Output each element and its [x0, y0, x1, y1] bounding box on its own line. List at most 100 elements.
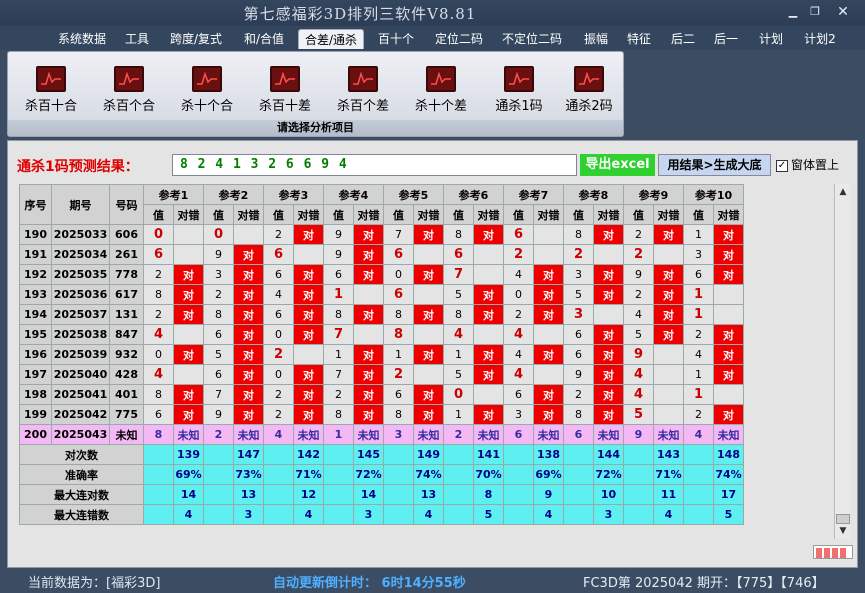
value-cell: 6	[263, 264, 294, 285]
row-seq: 193	[19, 284, 52, 305]
row-period: 2025035	[51, 264, 110, 285]
table-row[interactable]: 196 2025039 932 0 对 5 对 2 1 对 1 对 1 对 4 对 6 对 9 4 对	[19, 344, 744, 365]
tool-kill-bai-ge-sum[interactable]: 杀百个合	[89, 66, 169, 114]
stat-value-cell: 148	[713, 444, 744, 465]
tool-kill-shi-ge-diff[interactable]: 杀十个差	[401, 66, 481, 114]
menu-last-one[interactable]: 后一	[708, 29, 744, 49]
value-cell: 6	[203, 324, 234, 345]
result-cell	[533, 324, 564, 345]
stat-spacer-cell	[623, 504, 654, 525]
restore-icon[interactable]: ❐	[806, 4, 824, 20]
topmost-checkbox[interactable]: ✓ 窗体置上	[776, 156, 839, 173]
vertical-scrollbar[interactable]: ▲ ▼	[834, 184, 850, 539]
header-row: 序号 期号 号码 参考1 参考2 参考3 参考4 参考5 参考6 参考7 参考8 参考9 参考10	[19, 184, 744, 225]
result-cell: 对	[533, 404, 564, 425]
close-icon[interactable]: ✕	[834, 4, 852, 20]
export-excel-button[interactable]: 导出excel	[580, 154, 655, 176]
stat-value-cell: 14	[353, 484, 384, 505]
value-cell: 9	[563, 364, 594, 385]
row-code: 261	[109, 244, 144, 265]
table-row[interactable]: 198 2025041 401 8 对 7 对 2 对 2 对 6 对 0 6 对 2 对 4 1	[19, 384, 744, 405]
stat-row: 准确率 69% 73% 71% 72% 74% 70% 69% 72% 71% 74%	[19, 464, 744, 485]
tool-kill-bai-shi-diff[interactable]: 杀百十差	[245, 66, 325, 114]
table-row[interactable]: 193 2025036 617 8 对 2 对 4 对 1 6 5 对 0 对 5 对 2 对 1	[19, 284, 744, 305]
tool-kill-two-code[interactable]: 通杀2码	[549, 66, 629, 114]
value-cell: 2	[683, 324, 714, 345]
value-cell: 6	[143, 244, 174, 265]
minimize-icon[interactable]: ▁	[784, 4, 802, 20]
menu-plan2[interactable]: 计划2	[797, 29, 843, 49]
value-cell: 1	[683, 284, 714, 305]
value-cell: 9	[323, 224, 354, 245]
menu-sum-diff[interactable]: 合差/通杀	[298, 29, 364, 49]
tool-kill-bai-ge-diff[interactable]: 杀百个差	[323, 66, 403, 114]
stat-label: 准确率	[19, 464, 144, 485]
result-cell: 对	[713, 344, 744, 365]
scroll-down-icon[interactable]: ▼	[835, 523, 851, 539]
header-seq: 序号	[19, 184, 52, 225]
header-ref: 参考5	[383, 184, 444, 205]
result-cell	[533, 244, 564, 265]
row-period: 2025034	[51, 244, 110, 265]
result-cell: 对	[473, 304, 504, 325]
stat-spacer-cell	[683, 444, 714, 465]
table-row[interactable]: 194 2025037 131 2 对 8 对 6 对 8 对 8 对 8 对 2 对 3 4 对 1	[19, 304, 744, 325]
result-cell: 对	[473, 344, 504, 365]
result-cell: 对	[233, 284, 264, 305]
stat-spacer-cell	[263, 504, 294, 525]
value-cell: 2	[563, 244, 594, 265]
value-cell: 2	[143, 264, 174, 285]
menu-position-two[interactable]: 定位二码	[429, 29, 489, 49]
menu-plan[interactable]: 计划	[753, 29, 789, 49]
tool-kill-bai-shi-sum[interactable]: 杀百十合	[11, 66, 91, 114]
result-cell	[593, 244, 624, 265]
stat-spacer-cell	[503, 444, 534, 465]
menu-span[interactable]: 跨度/复式	[163, 29, 229, 49]
menu-digits[interactable]: 百十个	[372, 29, 420, 49]
menu-system-data[interactable]: 系统数据	[50, 29, 114, 49]
result-cell	[473, 244, 504, 265]
value-cell: 1	[443, 404, 474, 425]
generate-base-button[interactable]: 用结果>生成大底	[658, 154, 771, 176]
value-cell: 7	[323, 324, 354, 345]
menu-nonposition-two[interactable]: 不定位二码	[496, 29, 568, 49]
stat-value-cell: 9	[533, 484, 564, 505]
menu-tools[interactable]: 工具	[119, 29, 155, 49]
value-cell: 2	[563, 384, 594, 405]
header-result: 对错	[173, 204, 204, 225]
value-cell: 9	[203, 404, 234, 425]
table-row[interactable]: 195 2025038 847 4 6 对 0 对 7 8 4 4 6 对 5 对 2 对	[19, 324, 744, 345]
value-cell: 8	[143, 284, 174, 305]
scroll-up-icon[interactable]: ▲	[835, 184, 851, 200]
pending-result-cell: 未知	[413, 424, 444, 445]
table-row[interactable]: 192 2025035 778 2 对 3 对 6 对 6 对 0 对 7 4 对 3 对 9 对 6 对	[19, 264, 744, 285]
header-ref: 参考7	[503, 184, 564, 205]
prediction-result-field[interactable]: 8 2 4 1 3 2 6 6 9 4	[172, 154, 577, 176]
result-cell: 对	[593, 384, 624, 405]
chart-icon	[192, 66, 222, 92]
result-cell: 对	[293, 364, 324, 385]
stat-value-cell: 3	[353, 504, 384, 525]
menu-feature[interactable]: 特征	[621, 29, 657, 49]
table-row[interactable]: 191 2025034 261 6 9 对 6 9 对 6 6 2 2 2 3 对	[19, 244, 744, 265]
menu-sum[interactable]: 和/合值	[236, 29, 292, 49]
pending-result-cell: 未知	[473, 424, 504, 445]
stat-value-cell: 3	[233, 504, 264, 525]
tool-kill-shi-ge-sum[interactable]: 杀十个合	[167, 66, 247, 114]
stat-spacer-cell	[263, 444, 294, 465]
result-cell: 对	[353, 404, 384, 425]
checkbox-icon[interactable]: ✓	[776, 159, 788, 172]
stat-spacer-cell	[203, 504, 234, 525]
menu-last-two[interactable]: 后二	[665, 29, 701, 49]
header-result: 对错	[413, 204, 444, 225]
table-row[interactable]: 199 2025042 775 6 对 9 对 2 对 8 对 8 对 1 对 3 对 8 对 5 2 对	[19, 404, 744, 425]
row-code: 778	[109, 264, 144, 285]
table-row[interactable]: 197 2025040 428 4 6 对 0 对 7 对 2 5 对 4 9 对 4 1 对	[19, 364, 744, 385]
value-cell: 5	[203, 344, 234, 365]
value-cell: 2	[143, 304, 174, 325]
menu-amplitude[interactable]: 振幅	[578, 29, 614, 49]
value-cell: 7	[203, 384, 234, 405]
pending-row[interactable]: 200 2025043 未知 8 未知 2 未知 4 未知 1 未知 3 未知 2 未知 6 未知 6 未知 9 未知 4…	[19, 424, 744, 445]
tool-kill-one-code[interactable]: 通杀1码	[479, 66, 559, 114]
table-row[interactable]: 190 2025033 606 0 0 2 对 9 对 7 对 8 对 6 8 对 2 对 1 对	[19, 224, 744, 245]
